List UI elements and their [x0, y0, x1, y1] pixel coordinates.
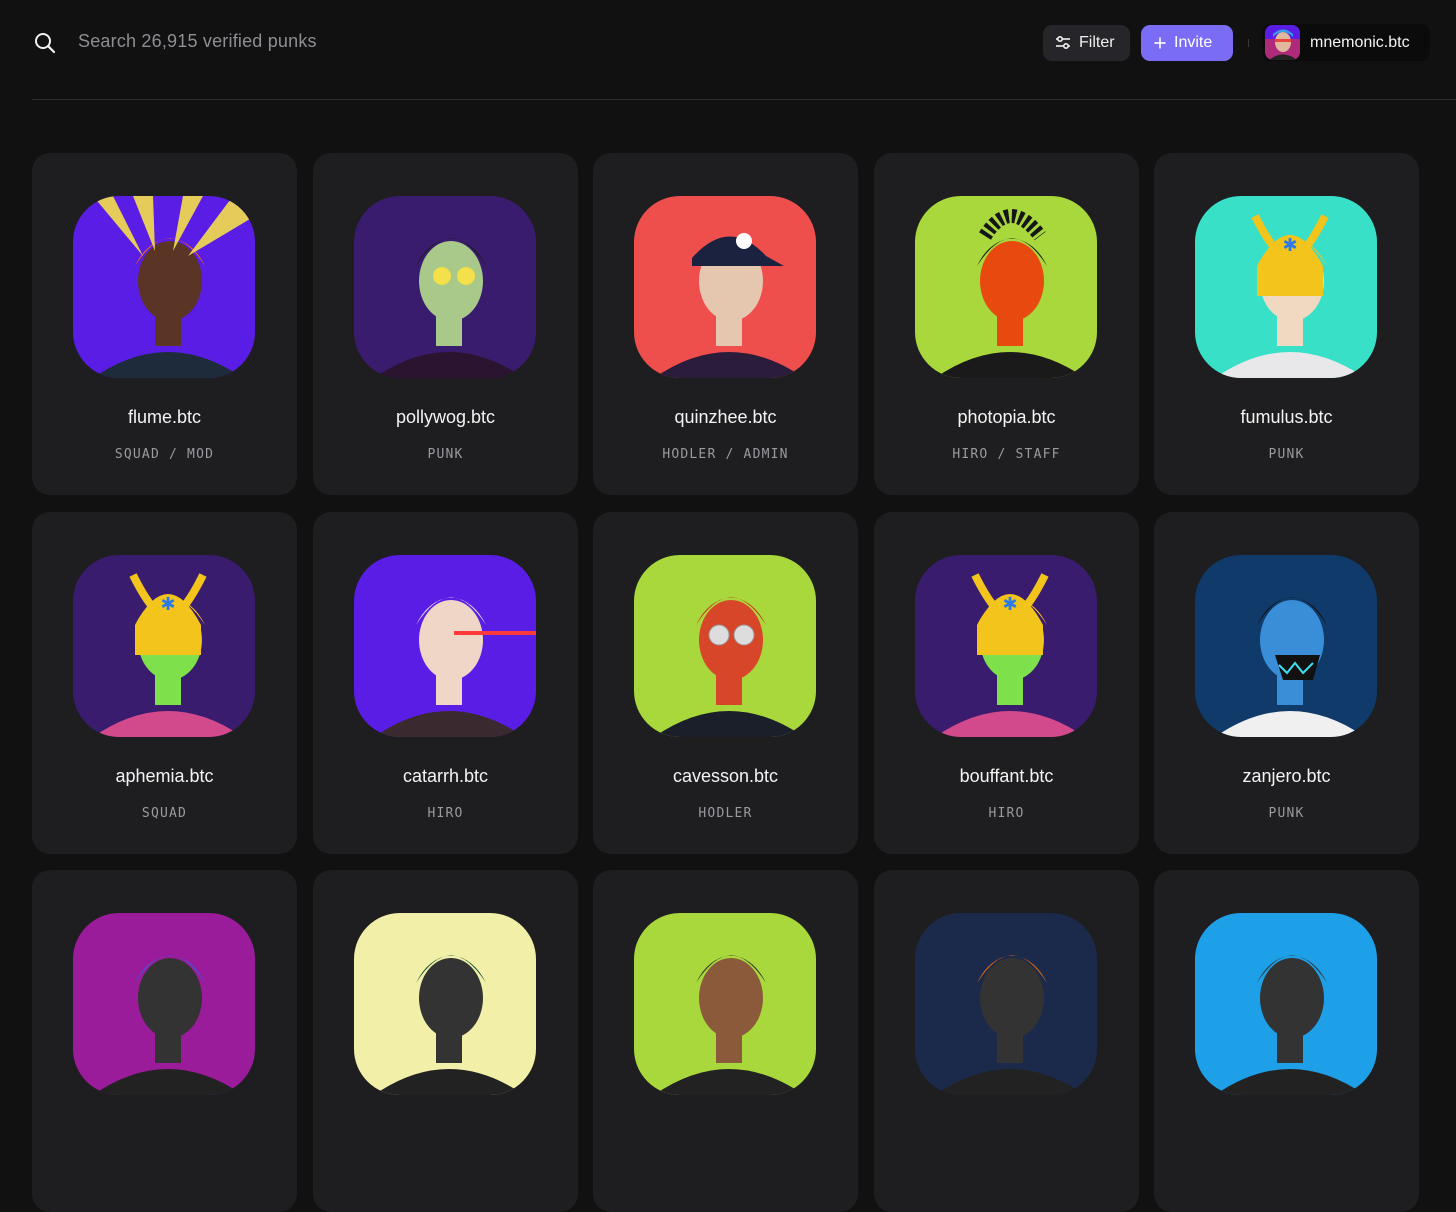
sliders-icon	[1056, 36, 1070, 50]
toolbar-separator	[1248, 39, 1249, 47]
top-bar: Search 26,915 verified punks Filter Invi…	[0, 0, 1456, 100]
punk-card[interactable]	[313, 870, 578, 1212]
punk-avatar-image	[915, 196, 1097, 378]
punk-name: fumulus.btc	[1240, 407, 1333, 427]
punk-avatar-image	[634, 555, 816, 737]
punk-card[interactable]: zanjero.btc PUNK	[1154, 512, 1419, 854]
punk-role: PUNK	[427, 447, 464, 462]
punk-role: HODLER / ADMIN	[662, 447, 789, 462]
punk-card[interactable]	[874, 870, 1139, 1212]
punk-card[interactable]: photopia.btc HIRO / STAFF	[874, 153, 1139, 495]
punk-role: HODLER	[698, 806, 753, 821]
punk-card[interactable]: ✱ aphemia.btc SQUAD	[32, 512, 297, 854]
punk-role: PUNK	[1268, 447, 1305, 462]
avatar	[1265, 25, 1300, 60]
user-name: mnemonic.btc	[1310, 33, 1410, 51]
punk-avatar-image	[1195, 555, 1377, 737]
punk-avatar-image: ✱	[915, 555, 1097, 737]
punk-role: HIRO / STAFF	[952, 447, 1061, 462]
punk-avatar-image	[73, 196, 255, 378]
punk-avatar-image	[354, 913, 536, 1095]
punk-card[interactable]: ✱ bouffant.btc HIRO	[874, 512, 1139, 854]
punk-name: pollywog.btc	[395, 407, 496, 427]
punk-avatar-image	[634, 913, 816, 1095]
punk-card[interactable]: cavesson.btc HODLER	[593, 512, 858, 854]
punk-card[interactable]: quinzhee.btc HODLER / ADMIN	[593, 153, 858, 495]
punk-avatar-image: ✱	[1195, 196, 1377, 378]
punk-avatar-image	[73, 913, 255, 1095]
plus-icon	[1154, 37, 1166, 49]
punk-card[interactable]	[1154, 870, 1419, 1212]
punk-role: HIRO	[427, 806, 464, 821]
punk-card[interactable]: pollywog.btc PUNK	[313, 153, 578, 495]
punk-avatar-image	[354, 196, 536, 378]
header-divider	[32, 99, 1456, 100]
punk-name: aphemia.btc	[115, 766, 214, 786]
punk-role: SQUAD / MOD	[114, 447, 215, 462]
punk-role: PUNK	[1268, 806, 1305, 821]
punk-name: photopia.btc	[957, 407, 1056, 427]
punk-card[interactable]	[32, 870, 297, 1212]
punk-role: SQUAD	[141, 806, 188, 821]
punk-avatar-image: ✱	[73, 555, 255, 737]
punk-name: catarrh.btc	[402, 766, 489, 786]
punk-card[interactable]: catarrh.btc HIRO	[313, 512, 578, 854]
user-menu[interactable]: mnemonic.btc	[1262, 24, 1430, 61]
punk-card[interactable]	[593, 870, 858, 1212]
punk-name: zanjero.btc	[1242, 766, 1331, 786]
punk-role: HIRO	[988, 806, 1025, 821]
punk-avatar-image	[1195, 913, 1377, 1095]
svg-text:✱: ✱	[160, 594, 175, 614]
invite-label: Invite	[1174, 34, 1213, 51]
punk-name: flume.btc	[127, 407, 202, 427]
invite-button[interactable]: Invite	[1141, 25, 1233, 61]
svg-text:✱: ✱	[1282, 235, 1297, 255]
filter-label: Filter	[1079, 34, 1115, 51]
punk-avatar-image	[634, 196, 816, 378]
punk-name: cavesson.btc	[672, 766, 779, 786]
punk-name: bouffant.btc	[959, 766, 1054, 786]
search-input[interactable]: Search 26,915 verified punks	[78, 31, 317, 52]
punk-card[interactable]: ✱ fumulus.btc PUNK	[1154, 153, 1419, 495]
punk-avatar-image	[354, 555, 536, 737]
punk-name: quinzhee.btc	[674, 407, 777, 427]
filter-button[interactable]: Filter	[1043, 25, 1130, 61]
punk-card[interactable]: flume.btc SQUAD / MOD	[32, 153, 297, 495]
search-icon[interactable]	[34, 32, 56, 54]
punk-avatar-image	[915, 913, 1097, 1095]
svg-text:✱: ✱	[1002, 594, 1017, 614]
